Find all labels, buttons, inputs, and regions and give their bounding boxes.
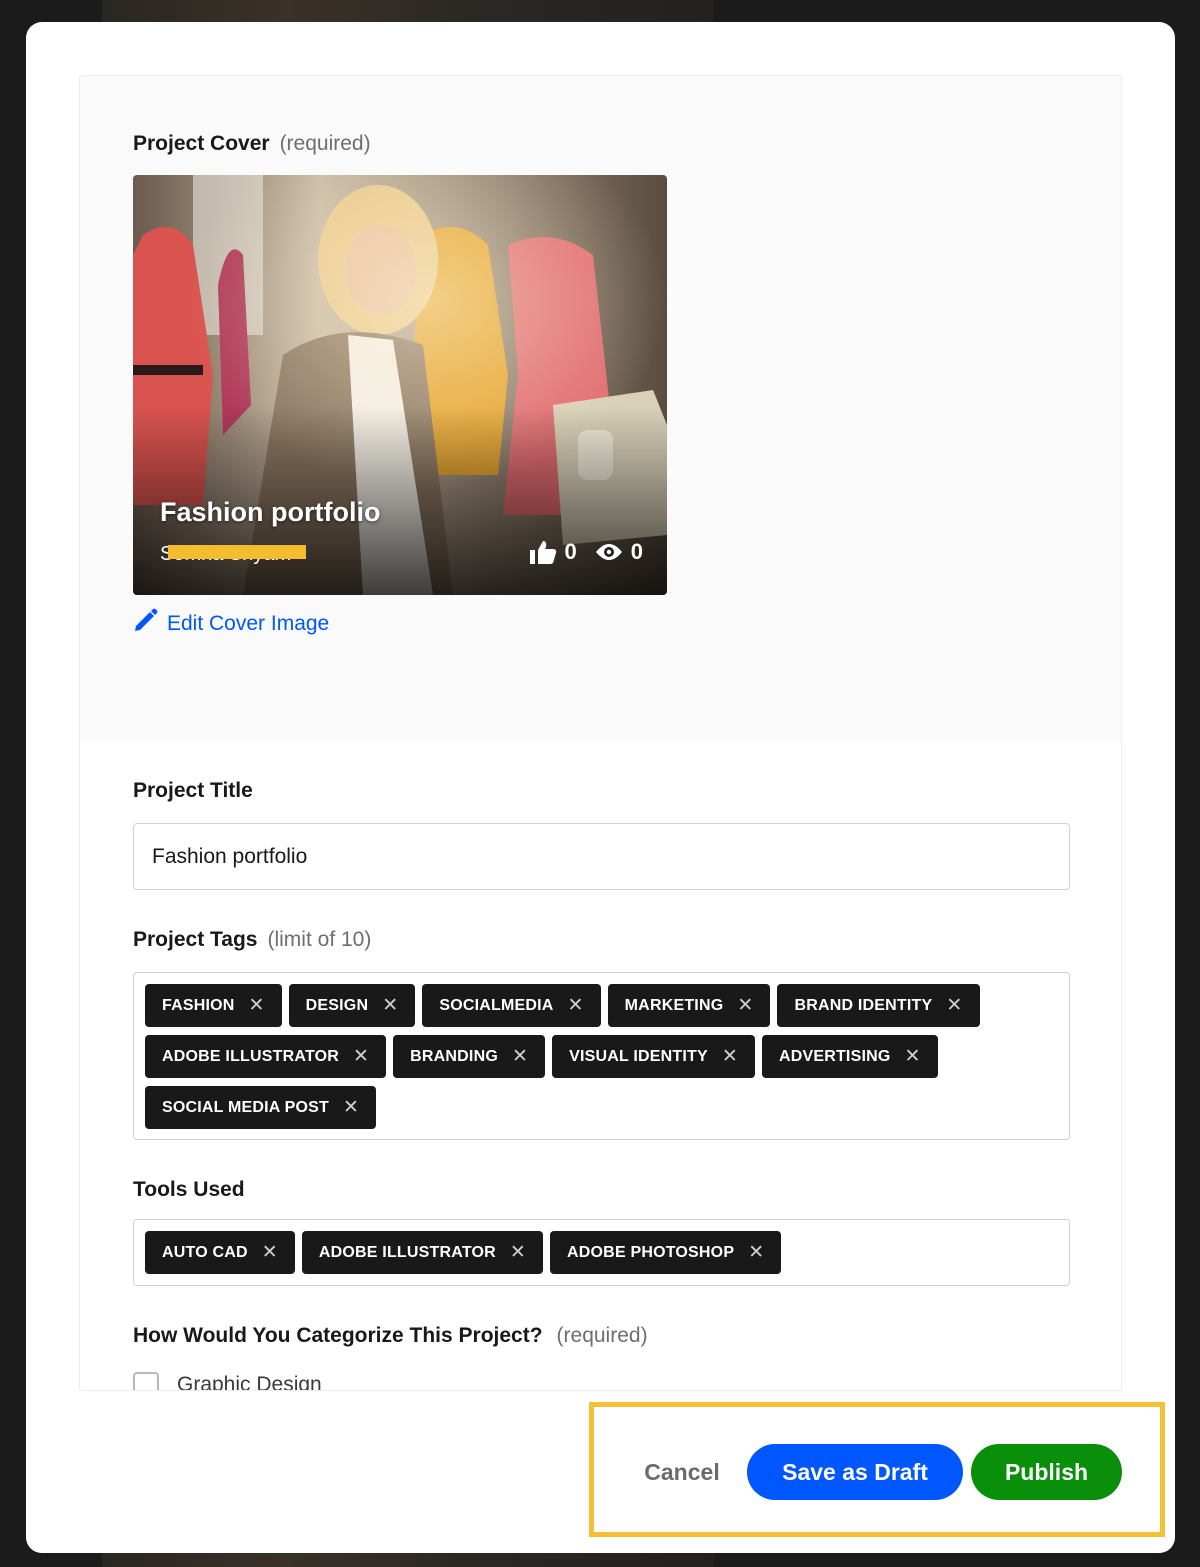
edit-cover-image-link[interactable]: Edit Cover Image	[133, 608, 329, 639]
tag-chip: FASHION ✕	[145, 984, 282, 1027]
tag-chip: MARKETING ✕	[607, 984, 771, 1027]
save-as-draft-button[interactable]: Save as Draft	[747, 1444, 963, 1500]
remove-tag-icon[interactable]: ✕	[382, 994, 398, 1017]
tag-chip: SOCIAL MEDIA POST ✕	[145, 1086, 377, 1129]
project-form: Project Cover (required) Fashion portfol…	[79, 75, 1122, 1391]
remove-tag-icon[interactable]: ✕	[737, 994, 753, 1017]
modal-footer: Cancel Save as Draft Publish	[26, 1391, 1175, 1553]
tag-chip-label: DESIGN	[305, 996, 369, 1014]
category-checkbox[interactable]	[133, 1372, 159, 1390]
tool-chip: ADOBE PHOTOSHOP ✕	[550, 1231, 782, 1274]
tag-chip-label: BRAND IDENTITY	[794, 996, 933, 1014]
remove-tag-icon[interactable]: ✕	[512, 1045, 528, 1068]
redaction-bar	[168, 545, 306, 559]
project-cover-label: Project Cover (required)	[133, 132, 371, 155]
remove-tool-icon[interactable]: ✕	[748, 1241, 764, 1264]
tool-chip-label: ADOBE PHOTOSHOP	[567, 1243, 735, 1261]
tag-chip: SOCIALMEDIA ✕	[422, 984, 601, 1027]
tool-chip-label: AUTO CAD	[162, 1243, 248, 1261]
view-count: 0	[630, 539, 643, 564]
tag-chip-label: SOCIAL MEDIA POST	[162, 1098, 329, 1116]
project-title-label: Project Title	[133, 779, 253, 802]
tag-chip: BRANDING ✕	[393, 1035, 546, 1078]
project-title-input[interactable]: Fashion portfolio	[133, 823, 1070, 890]
cancel-button[interactable]: Cancel	[626, 1444, 738, 1500]
thumbs-up-icon	[529, 539, 557, 565]
remove-tag-icon[interactable]: ✕	[353, 1045, 369, 1068]
category-label: How Would You Categorize This Project? (r…	[133, 1324, 648, 1347]
tag-chip-label: MARKETING	[624, 996, 724, 1014]
tag-chip-label: FASHION	[162, 996, 235, 1014]
tool-chip: AUTO CAD ✕	[145, 1231, 295, 1274]
remove-tool-icon[interactable]: ✕	[262, 1241, 278, 1264]
tag-chip-label: SOCIALMEDIA	[439, 996, 554, 1014]
remove-tag-icon[interactable]: ✕	[946, 994, 962, 1017]
tool-chip-label: ADOBE ILLUSTRATOR	[318, 1243, 496, 1261]
tag-chip: DESIGN ✕	[288, 984, 416, 1027]
remove-tag-icon[interactable]: ✕	[722, 1045, 738, 1068]
remove-tag-icon[interactable]: ✕	[568, 994, 584, 1017]
tag-chip-label: ADOBE ILLUSTRATOR	[162, 1047, 340, 1065]
project-tags-label: Project Tags (limit of 10)	[133, 928, 372, 951]
pencil-icon	[133, 608, 167, 639]
tag-chip-label: BRANDING	[410, 1047, 498, 1065]
tool-chip: ADOBE ILLUSTRATOR ✕	[301, 1231, 544, 1274]
backdrop-image	[102, 0, 714, 24]
remove-tag-icon[interactable]: ✕	[343, 1096, 359, 1119]
cover-section: Project Cover (required) Fashion portfol…	[80, 76, 1121, 741]
tag-chip: BRAND IDENTITY ✕	[777, 984, 980, 1027]
remove-tag-icon[interactable]: ✕	[249, 994, 265, 1017]
like-count: 0	[564, 539, 577, 564]
tag-chip-label: ADVERTISING	[778, 1047, 891, 1065]
cover-card-title: Fashion portfolio	[160, 497, 381, 527]
tools-used-label: Tools Used	[133, 1178, 245, 1201]
category-option-label: Graphic Design	[177, 1373, 322, 1391]
publish-button[interactable]: Publish	[971, 1444, 1122, 1500]
remove-tool-icon[interactable]: ✕	[510, 1241, 526, 1264]
cover-stats: 0 0	[529, 539, 643, 565]
cover-image-preview[interactable]: Fashion portfolio Somna Shyam 0	[133, 175, 667, 595]
remove-tag-icon[interactable]: ✕	[905, 1045, 921, 1068]
tag-chip-label: VISUAL IDENTITY	[569, 1047, 708, 1065]
project-tags-input[interactable]: FASHION ✕ DESIGN ✕ SOCIALMEDIA ✕ MARKETING ✕ BRA…	[133, 972, 1070, 1140]
tag-chip: ADVERTISING ✕	[761, 1035, 938, 1078]
publish-modal: Project Cover (required) Fashion portfol…	[26, 22, 1175, 1553]
tools-used-input[interactable]: AUTO CAD ✕ ADOBE ILLUSTRATOR ✕ ADOBE PHOTOSH…	[133, 1219, 1070, 1286]
category-option[interactable]: Graphic Design	[133, 1372, 322, 1391]
cover-photo	[133, 175, 667, 595]
tag-chip: ADOBE ILLUSTRATOR ✕	[145, 1035, 387, 1078]
tag-chip: VISUAL IDENTITY ✕	[552, 1035, 755, 1078]
eye-icon	[595, 542, 623, 562]
